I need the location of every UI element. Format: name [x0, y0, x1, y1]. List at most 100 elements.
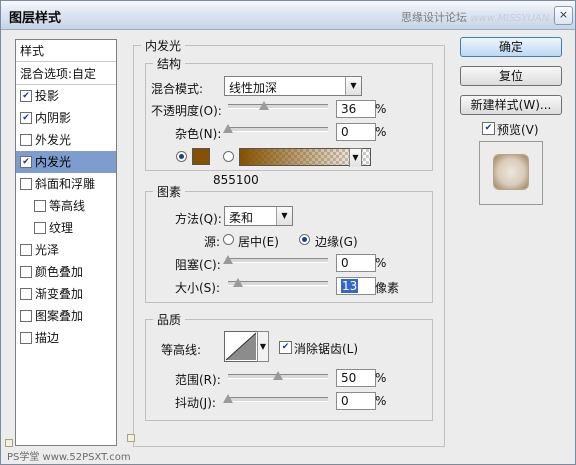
jitter-input[interactable]: 0 — [336, 392, 376, 410]
choke-unit: % — [375, 256, 387, 270]
size-slider[interactable] — [228, 281, 328, 286]
source-edge-label[interactable]: 边缘(G) — [315, 233, 358, 250]
style-item-gradient-overlay[interactable]: 渐变叠加 — [16, 283, 116, 305]
style-item-stroke[interactable]: 描边 — [16, 327, 116, 349]
style-item-label: 内发光 — [35, 155, 72, 169]
blend-options-item[interactable]: 混合选项:自定 — [16, 63, 116, 85]
chevron-down-icon: ▼ — [276, 207, 292, 225]
noise-label: 杂色(N): — [175, 127, 222, 141]
close-button[interactable]: × — [554, 6, 573, 25]
contour-checkbox[interactable] — [34, 199, 46, 212]
range-input[interactable]: 50 — [336, 369, 376, 387]
jitter-slider-thumb[interactable] — [223, 394, 233, 403]
blend-mode-select[interactable]: 线性加深 ▼ — [224, 76, 362, 96]
inner-glow-title: 内发光 — [141, 37, 186, 54]
preview-checkbox[interactable]: ✔ — [482, 122, 495, 135]
technique-select[interactable]: 柔和 ▼ — [224, 206, 293, 226]
noise-input[interactable]: 0 — [336, 123, 376, 141]
corner-marker — [127, 434, 135, 442]
style-item-label: 图案叠加 — [35, 309, 84, 323]
style-item-color-overlay[interactable]: 颜色叠加 — [16, 261, 116, 283]
size-value: 13 — [341, 279, 359, 293]
size-slider-thumb[interactable] — [233, 278, 243, 287]
style-item-label: 光泽 — [35, 243, 60, 257]
style-item-satin[interactable]: 光泽 — [16, 239, 116, 261]
blend-mode-label: 混合模式: — [151, 82, 204, 96]
chevron-down-icon: ▼ — [349, 149, 361, 167]
style-item-label: 渐变叠加 — [35, 287, 84, 301]
opacity-slider-thumb[interactable] — [259, 101, 269, 110]
contour-curve-icon — [225, 332, 257, 361]
style-item-drop-shadow[interactable]: ✔ 投影 — [16, 85, 116, 107]
choke-slider-thumb[interactable] — [223, 255, 233, 264]
gradient-mode-radio[interactable] — [223, 151, 234, 162]
style-item-label: 等高线 — [49, 199, 86, 213]
styles-list: 样式 混合选项:自定 ✔ 投影 ✔ 内阴影 外发光 ✔ 内发光 斜面和浮雕 等高线 纹… — [15, 39, 117, 446]
pattern-overlay-checkbox[interactable] — [20, 309, 32, 322]
source-center-radio[interactable] — [223, 234, 234, 245]
range-label: 范围(R): — [175, 373, 221, 387]
styles-header[interactable]: 样式 — [16, 40, 116, 62]
opacity-slider[interactable] — [228, 104, 328, 109]
style-item-inner-shadow[interactable]: ✔ 内阴影 — [16, 107, 116, 129]
inner-shadow-checkbox[interactable]: ✔ — [20, 111, 32, 124]
reset-button[interactable]: 复位 — [460, 66, 562, 86]
technique-label: 方法(Q): — [175, 212, 222, 226]
size-input[interactable]: 13 — [336, 277, 376, 295]
inner-glow-checkbox[interactable]: ✔ — [20, 155, 32, 168]
noise-slider-thumb[interactable] — [223, 124, 233, 133]
bevel-emboss-checkbox[interactable] — [20, 177, 32, 190]
anti-alias-label[interactable]: 消除锯齿(L) — [294, 340, 358, 357]
preview-thumbnail — [494, 155, 528, 189]
choke-input[interactable]: 0 — [336, 254, 376, 272]
opacity-input[interactable]: 36 — [336, 100, 376, 118]
style-item-texture[interactable]: 纹理 — [16, 217, 116, 239]
style-item-inner-glow[interactable]: ✔ 内发光 — [16, 151, 116, 173]
glow-color-swatch[interactable] — [192, 148, 210, 165]
range-slider-thumb[interactable] — [273, 371, 283, 380]
outer-glow-checkbox[interactable] — [20, 133, 32, 146]
elements-title: 图素 — [153, 183, 186, 200]
texture-checkbox[interactable] — [34, 221, 46, 234]
jitter-slider[interactable] — [228, 397, 328, 402]
contour-picker[interactable] — [224, 331, 258, 362]
opacity-label: 不透明度(O): — [151, 104, 222, 118]
style-item-contour[interactable]: 等高线 — [16, 195, 116, 217]
ok-button[interactable]: 确定 — [460, 37, 562, 57]
style-item-label: 颜色叠加 — [35, 265, 84, 279]
drop-shadow-checkbox[interactable]: ✔ — [20, 89, 32, 102]
chevron-down-icon[interactable]: ▼ — [257, 331, 269, 362]
watermark-text: 思缘设计论坛 www.MISSYUAN.com — [401, 9, 574, 25]
structure-title: 结构 — [153, 55, 186, 72]
source-edge-radio[interactable] — [299, 234, 310, 245]
blend-mode-value: 线性加深 — [229, 81, 278, 95]
style-item-label: 斜面和浮雕 — [35, 177, 96, 191]
style-item-pattern-overlay[interactable]: 图案叠加 — [16, 305, 116, 327]
style-item-outer-glow[interactable]: 外发光 — [16, 129, 116, 151]
jitter-label: 抖动(J): — [175, 396, 216, 410]
style-item-label: 描边 — [35, 331, 60, 345]
source-center-label[interactable]: 居中(E) — [238, 233, 279, 250]
color-mode-radio[interactable] — [176, 151, 187, 162]
gradient-dropdown[interactable]: ▼ — [349, 148, 362, 167]
size-unit: 像素 — [375, 281, 400, 295]
bottom-watermark: PS学堂 www.52PSXT.com — [7, 452, 131, 463]
style-item-label: 内阴影 — [35, 111, 72, 125]
anti-alias-checkbox[interactable]: ✔ — [279, 341, 292, 354]
color-overlay-checkbox[interactable] — [20, 265, 32, 278]
jitter-unit: % — [375, 394, 387, 408]
glow-color-hex: 855100 — [213, 173, 259, 187]
new-style-button[interactable]: 新建样式(W)... — [460, 95, 562, 115]
dialog-title: 图层样式 — [9, 11, 62, 26]
noise-unit: % — [375, 125, 387, 139]
style-item-bevel-emboss[interactable]: 斜面和浮雕 — [16, 173, 116, 195]
satin-checkbox[interactable] — [20, 243, 32, 256]
choke-slider[interactable] — [228, 258, 328, 263]
noise-slider[interactable] — [228, 127, 328, 132]
range-unit: % — [375, 371, 387, 385]
size-label: 大小(S): — [175, 281, 221, 295]
stroke-checkbox[interactable] — [20, 331, 32, 344]
preview-label[interactable]: 预览(V) — [497, 121, 539, 138]
chevron-down-icon: ▼ — [345, 77, 361, 95]
gradient-overlay-checkbox[interactable] — [20, 287, 32, 300]
